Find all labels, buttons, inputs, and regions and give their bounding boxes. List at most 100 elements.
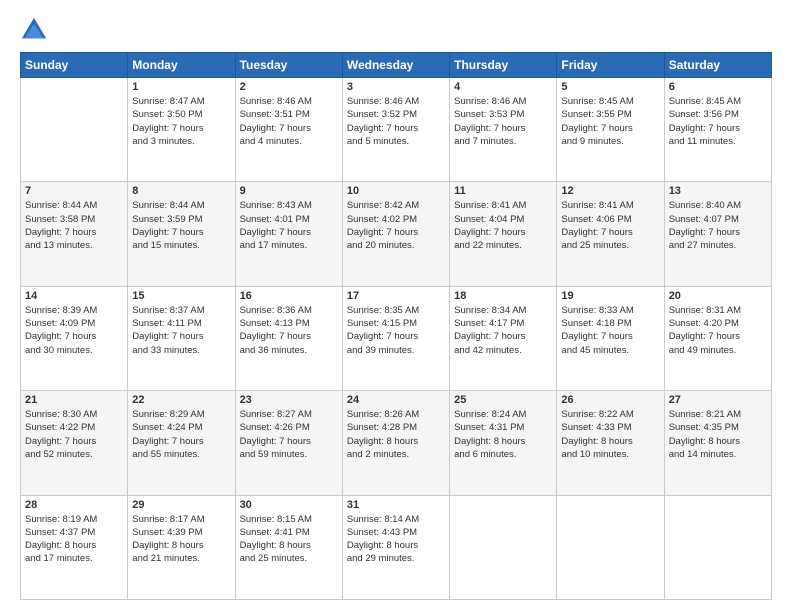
calendar-cell: 19Sunrise: 8:33 AM Sunset: 4:18 PM Dayli…	[557, 286, 664, 390]
day-info: Sunrise: 8:35 AM Sunset: 4:15 PM Dayligh…	[347, 304, 445, 357]
calendar-week-row: 14 Sunrise: 8:39 AM Sunset: 4:09 PM Dayli…	[21, 286, 772, 390]
calendar-header-row: SundayMondayTuesdayWednesdayThursdayFrid…	[21, 53, 772, 78]
calendar-week-row: 28 Sunrise: 8:19 AM Sunset: 4:37 PM Dayli…	[21, 495, 772, 599]
day-number: 21	[25, 394, 123, 406]
day-info: Sunrise: 8:15 AM Sunset: 4:41 PM Dayligh…	[240, 513, 338, 566]
calendar-cell: 4 Sunrise: 8:46 AM Sunset: 3:53 PM Daylig…	[450, 78, 557, 182]
day-number: 17	[347, 290, 445, 302]
day-number: 13	[669, 185, 767, 197]
day-number: 23	[240, 394, 338, 406]
calendar-cell: 5 Sunrise: 8:45 AM Sunset: 3:55 PM Daylig…	[557, 78, 664, 182]
calendar-cell: 2 Sunrise: 8:46 AM Sunset: 3:51 PM Daylig…	[235, 78, 342, 182]
day-number: 10	[347, 185, 445, 197]
day-number: 11	[454, 185, 552, 197]
calendar-cell	[664, 495, 771, 599]
calendar-cell: 13 Sunrise: 8:40 AM Sunset: 4:07 PM Dayli…	[664, 182, 771, 286]
calendar-cell: 1 Sunrise: 8:47 AM Sunset: 3:50 PM Daylig…	[128, 78, 235, 182]
day-header-wednesday: Wednesday	[342, 53, 449, 78]
day-number: 27	[669, 394, 767, 406]
day-header-monday: Monday	[128, 53, 235, 78]
day-info: Sunrise: 8:39 AM Sunset: 4:09 PM Dayligh…	[25, 304, 123, 357]
day-info: Sunrise: 8:41 AM Sunset: 4:04 PM Dayligh…	[454, 199, 552, 252]
day-info: Sunrise: 8:34 AM Sunset: 4:17 PM Dayligh…	[454, 304, 552, 357]
calendar-cell	[450, 495, 557, 599]
calendar-cell: 8Sunrise: 8:44 AM Sunset: 3:59 PM Daylig…	[128, 182, 235, 286]
day-info: Sunrise: 8:19 AM Sunset: 4:37 PM Dayligh…	[25, 513, 123, 566]
calendar-cell: 22 Sunrise: 8:29 AM Sunset: 4:24 PM Dayli…	[128, 391, 235, 495]
calendar-table: SundayMondayTuesdayWednesdayThursdayFrid…	[20, 52, 772, 600]
day-info: Sunrise: 8:37 AM Sunset: 4:11 PM Dayligh…	[132, 304, 230, 357]
day-number: 28	[25, 499, 123, 511]
calendar-cell: 11 Sunrise: 8:41 AM Sunset: 4:04 PM Dayli…	[450, 182, 557, 286]
calendar-cell: 12 Sunrise: 8:41 AM Sunset: 4:06 PM Dayli…	[557, 182, 664, 286]
calendar-cell: 3 Sunrise: 8:46 AM Sunset: 3:52 PM Daylig…	[342, 78, 449, 182]
day-number: 5	[561, 81, 659, 93]
calendar-cell: 14 Sunrise: 8:39 AM Sunset: 4:09 PM Dayli…	[21, 286, 128, 390]
day-header-thursday: Thursday	[450, 53, 557, 78]
day-info: Sunrise: 8:46 AM Sunset: 3:52 PM Dayligh…	[347, 95, 445, 148]
calendar-cell: 18 Sunrise: 8:34 AM Sunset: 4:17 PM Dayli…	[450, 286, 557, 390]
day-number: 7	[25, 185, 123, 197]
calendar-week-row: 21 Sunrise: 8:30 AM Sunset: 4:22 PM Dayli…	[21, 391, 772, 495]
header	[20, 16, 772, 44]
day-info: Sunrise: 8:33 AM Sunset: 4:18 PM Dayligh…	[561, 304, 659, 357]
day-info: Sunrise: 8:46 AM Sunset: 3:53 PM Dayligh…	[454, 95, 552, 148]
day-header-tuesday: Tuesday	[235, 53, 342, 78]
calendar-week-row: 7 Sunrise: 8:44 AM Sunset: 3:58 PM Daylig…	[21, 182, 772, 286]
day-number: 1	[132, 81, 230, 93]
calendar-cell: 31Sunrise: 8:14 AM Sunset: 4:43 PM Dayli…	[342, 495, 449, 599]
day-info: Sunrise: 8:45 AM Sunset: 3:55 PM Dayligh…	[561, 95, 659, 148]
calendar-cell: 10 Sunrise: 8:42 AM Sunset: 4:02 PM Dayli…	[342, 182, 449, 286]
calendar-cell: 9 Sunrise: 8:43 AM Sunset: 4:01 PM Daylig…	[235, 182, 342, 286]
day-info: Sunrise: 8:21 AM Sunset: 4:35 PM Dayligh…	[669, 408, 767, 461]
logo	[20, 16, 52, 44]
calendar-cell: 25Sunrise: 8:24 AM Sunset: 4:31 PM Dayli…	[450, 391, 557, 495]
day-number: 29	[132, 499, 230, 511]
calendar-cell	[21, 78, 128, 182]
day-info: Sunrise: 8:22 AM Sunset: 4:33 PM Dayligh…	[561, 408, 659, 461]
day-number: 12	[561, 185, 659, 197]
calendar-cell: 21 Sunrise: 8:30 AM Sunset: 4:22 PM Dayli…	[21, 391, 128, 495]
day-info: Sunrise: 8:30 AM Sunset: 4:22 PM Dayligh…	[25, 408, 123, 461]
day-info: Sunrise: 8:43 AM Sunset: 4:01 PM Dayligh…	[240, 199, 338, 252]
day-info: Sunrise: 8:31 AM Sunset: 4:20 PM Dayligh…	[669, 304, 767, 357]
calendar-cell: 30 Sunrise: 8:15 AM Sunset: 4:41 PM Dayli…	[235, 495, 342, 599]
calendar-cell: 17 Sunrise: 8:35 AM Sunset: 4:15 PM Dayli…	[342, 286, 449, 390]
day-info: Sunrise: 8:36 AM Sunset: 4:13 PM Dayligh…	[240, 304, 338, 357]
day-number: 16	[240, 290, 338, 302]
day-info: Sunrise: 8:42 AM Sunset: 4:02 PM Dayligh…	[347, 199, 445, 252]
day-number: 18	[454, 290, 552, 302]
day-number: 22	[132, 394, 230, 406]
page: SundayMondayTuesdayWednesdayThursdayFrid…	[0, 0, 792, 612]
day-info: Sunrise: 8:40 AM Sunset: 4:07 PM Dayligh…	[669, 199, 767, 252]
day-info: Sunrise: 8:46 AM Sunset: 3:51 PM Dayligh…	[240, 95, 338, 148]
calendar-cell: 16 Sunrise: 8:36 AM Sunset: 4:13 PM Dayli…	[235, 286, 342, 390]
day-number: 24	[347, 394, 445, 406]
day-number: 2	[240, 81, 338, 93]
logo-icon	[20, 16, 48, 44]
day-header-friday: Friday	[557, 53, 664, 78]
day-info: Sunrise: 8:41 AM Sunset: 4:06 PM Dayligh…	[561, 199, 659, 252]
day-number: 30	[240, 499, 338, 511]
day-number: 6	[669, 81, 767, 93]
day-header-saturday: Saturday	[664, 53, 771, 78]
day-number: 31	[347, 499, 445, 511]
calendar-week-row: 1 Sunrise: 8:47 AM Sunset: 3:50 PM Daylig…	[21, 78, 772, 182]
calendar-cell: 23Sunrise: 8:27 AM Sunset: 4:26 PM Dayli…	[235, 391, 342, 495]
day-number: 3	[347, 81, 445, 93]
calendar-cell: 6 Sunrise: 8:45 AM Sunset: 3:56 PM Daylig…	[664, 78, 771, 182]
day-number: 4	[454, 81, 552, 93]
calendar-cell: 7 Sunrise: 8:44 AM Sunset: 3:58 PM Daylig…	[21, 182, 128, 286]
day-number: 9	[240, 185, 338, 197]
day-number: 14	[25, 290, 123, 302]
calendar-cell: 27 Sunrise: 8:21 AM Sunset: 4:35 PM Dayli…	[664, 391, 771, 495]
day-info: Sunrise: 8:44 AM Sunset: 3:58 PM Dayligh…	[25, 199, 123, 252]
day-info: Sunrise: 8:45 AM Sunset: 3:56 PM Dayligh…	[669, 95, 767, 148]
day-info: Sunrise: 8:26 AM Sunset: 4:28 PM Dayligh…	[347, 408, 445, 461]
day-number: 15	[132, 290, 230, 302]
day-info: Sunrise: 8:44 AM Sunset: 3:59 PM Dayligh…	[132, 199, 230, 252]
day-header-sunday: Sunday	[21, 53, 128, 78]
calendar-cell: 24 Sunrise: 8:26 AM Sunset: 4:28 PM Dayli…	[342, 391, 449, 495]
day-info: Sunrise: 8:29 AM Sunset: 4:24 PM Dayligh…	[132, 408, 230, 461]
day-info: Sunrise: 8:47 AM Sunset: 3:50 PM Dayligh…	[132, 95, 230, 148]
